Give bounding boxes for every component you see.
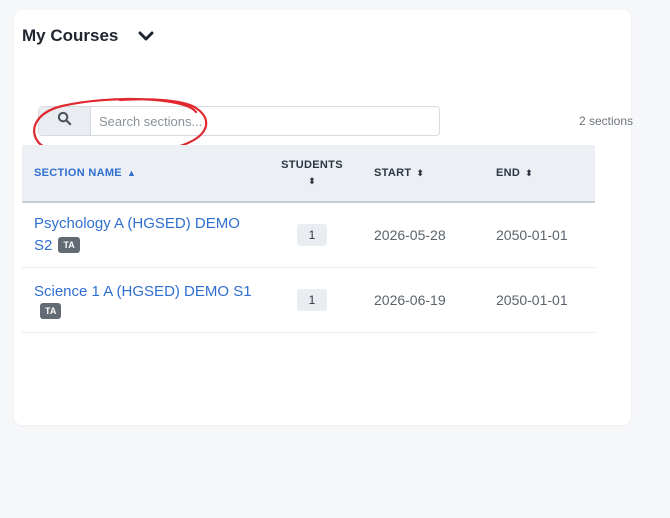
courses-header: My Courses — [22, 26, 154, 46]
start-date-cell: 2026-06-19 — [362, 267, 484, 333]
section-name-cell: Science 1 A (HGSED) DEMO S1 TA — [22, 267, 262, 333]
section-name-cell: Psychology A (HGSED) DEMO S2 TA — [22, 202, 262, 268]
table-header-row: SECTION NAME ▲ STUDENTS ⬍ START ⬍ END ⬍ — [22, 145, 595, 203]
column-header-section-name[interactable]: SECTION NAME ▲ — [22, 145, 262, 203]
search-button[interactable] — [39, 107, 91, 135]
search-group — [38, 106, 440, 136]
section-link[interactable]: Science 1 A (HGSED) DEMO S1 — [34, 283, 252, 300]
section-count: 2 sections — [578, 114, 633, 128]
search-icon — [57, 111, 72, 131]
end-date-cell: 2050-01-01 — [484, 267, 595, 333]
column-header-start[interactable]: START ⬍ — [362, 145, 484, 203]
column-header-students[interactable]: STUDENTS ⬍ — [262, 145, 362, 203]
sort-icon: ⬍ — [525, 168, 533, 178]
table-row: Science 1 A (HGSED) DEMO S1 TA 1 2026-06-… — [22, 267, 595, 333]
table-row: Psychology A (HGSED) DEMO S2 TA 1 2026-05… — [22, 202, 595, 268]
student-count-badge: 1 — [297, 224, 327, 246]
role-badge: TA — [40, 303, 62, 319]
role-badge: TA — [58, 237, 80, 253]
search-input[interactable] — [91, 107, 439, 135]
sections-table: SECTION NAME ▲ STUDENTS ⬍ START ⬍ END ⬍ Psy… — [22, 145, 595, 333]
sort-icon: ⬍ — [416, 168, 425, 178]
end-date-cell: 2050-01-01 — [484, 202, 595, 268]
page-title: My Courses — [22, 26, 119, 45]
chevron-down-icon[interactable] — [138, 30, 154, 42]
student-count-badge: 1 — [297, 289, 327, 311]
students-cell: 1 — [262, 202, 362, 268]
sort-icon: ⬍ — [308, 176, 316, 186]
column-header-end[interactable]: END ⬍ — [484, 145, 595, 203]
students-cell: 1 — [262, 267, 362, 333]
sort-asc-icon: ▲ — [126, 168, 137, 178]
start-date-cell: 2026-05-28 — [362, 202, 484, 268]
